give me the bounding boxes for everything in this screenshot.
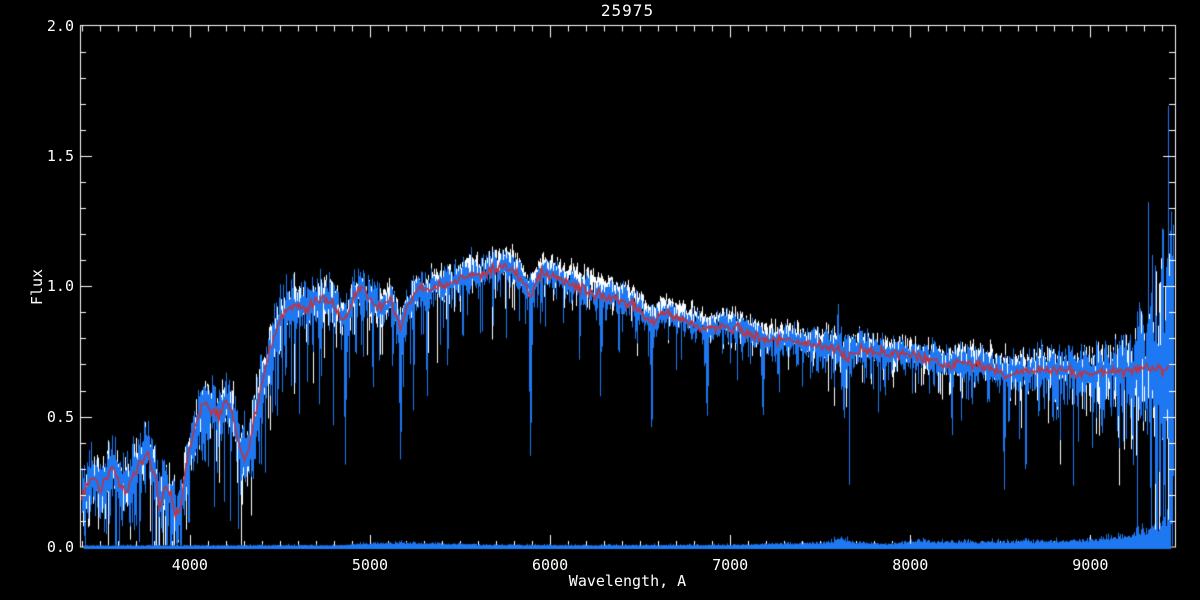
y-tick-label: 1.5 — [46, 146, 74, 165]
y-tick-label: 0.5 — [46, 407, 74, 426]
x-tick-label: 9000 — [1072, 556, 1109, 574]
y-tick-label: 1.0 — [46, 277, 74, 296]
y-tick-label: 0.0 — [46, 538, 74, 556]
spectrum-plot: 25975 Wavelength, A Flux 4000 5000 6000 700… — [0, 0, 1200, 600]
x-tick-label: 4000 — [171, 556, 208, 574]
x-axis-label: Wavelength, A — [568, 572, 687, 590]
x-tick-label: 5000 — [351, 556, 389, 574]
x-tick-label: 7000 — [712, 556, 749, 574]
x-tick-label: 6000 — [531, 556, 569, 574]
spectrum-canvas — [0, 0, 1200, 600]
y-tick-label: 2.0 — [46, 16, 74, 35]
plot-title: 25975 — [600, 1, 655, 20]
x-tick-label: 8000 — [892, 556, 929, 574]
